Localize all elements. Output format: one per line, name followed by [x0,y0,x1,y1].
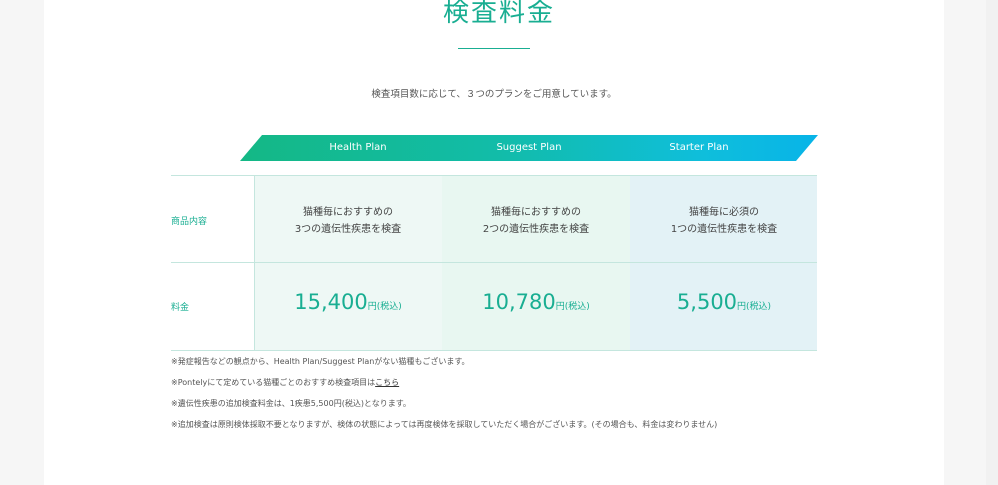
page-scrollbar[interactable] [986,0,998,485]
suggest-price-unit: 円(税込) [555,302,590,312]
title-underline [458,48,530,49]
health-price: 15,400円(税込) [254,290,442,314]
health-column-bg [254,176,442,350]
suggest-description: 猫種毎におすすめの 2つの遺伝性疾患を検査 [442,204,630,238]
plan-header-banner: Health Plan Suggest Plan Starter Plan [240,135,818,161]
note-recommended-items: ※Pontelyにて定めている猫種ごとのおすすめ検査項目はこちら [171,377,931,398]
health-price-unit: 円(税込) [367,302,402,312]
health-description: 猫種毎におすすめの 3つの遺伝性疾患を検査 [254,204,442,238]
pricing-section: 検査料金 検査項目数に応じて、３つのプランをご用意しています。 Health P… [44,0,944,485]
plan-name-suggest: Suggest Plan [496,142,562,153]
notes-list: ※発症報告などの観点から、Health Plan/Suggest Planがない… [171,356,931,440]
column-divider [254,176,255,350]
health-description-line1: 猫種毎におすすめの [303,207,393,218]
suggest-description-line1: 猫種毎におすすめの [491,207,581,218]
starter-price-value: 5,500 [676,290,738,314]
health-price-value: 15,400 [294,290,368,314]
note-availability: ※発症報告などの観点から、Health Plan/Suggest Planがない… [171,357,470,366]
starter-column-bg [630,176,817,350]
row-divider [171,262,817,263]
starter-price: 5,500円(税込) [630,290,818,314]
section-title: 検査料金 [442,0,555,28]
recommended-items-link[interactable]: こちら [375,378,399,387]
starter-price-unit: 円(税込) [737,302,772,312]
starter-description-line1: 猫種毎に必須の [689,207,759,218]
note-additional-sample: ※追加検査は原則検体採取不要となりますが、検体の状態によっては再度検体を採取して… [171,420,718,429]
row-label-content: 商品内容 [171,217,208,227]
plan-name-health: Health Plan [329,142,387,153]
suggest-column-bg [442,176,630,350]
starter-description: 猫種毎に必須の 1つの遺伝性疾患を検査 [630,204,818,238]
section-lead: 検査項目数に応じて、３つのプランをご用意しています。 [371,89,617,100]
suggest-description-line2: 2つの遺伝性疾患を検査 [482,224,590,235]
suggest-price-value: 10,780 [482,290,556,314]
starter-description-line2: 1つの遺伝性疾患を検査 [670,224,778,235]
note-recommended-text: ※Pontelyにて定めている猫種ごとのおすすめ検査項目は [171,378,376,387]
suggest-price: 10,780円(税込) [442,290,630,314]
pricing-table: 商品内容 料金 猫種毎におすすめの 3つの遺伝性疾患を検査 猫種毎におすすめの … [171,175,817,351]
note-additional-fee: ※遺伝性疾患の追加検査料金は、1疾患5,500円(税込)となります。 [171,399,411,408]
health-description-line2: 3つの遺伝性疾患を検査 [294,224,402,235]
row-label-price: 料金 [171,303,190,313]
plan-name-starter: Starter Plan [669,142,729,153]
